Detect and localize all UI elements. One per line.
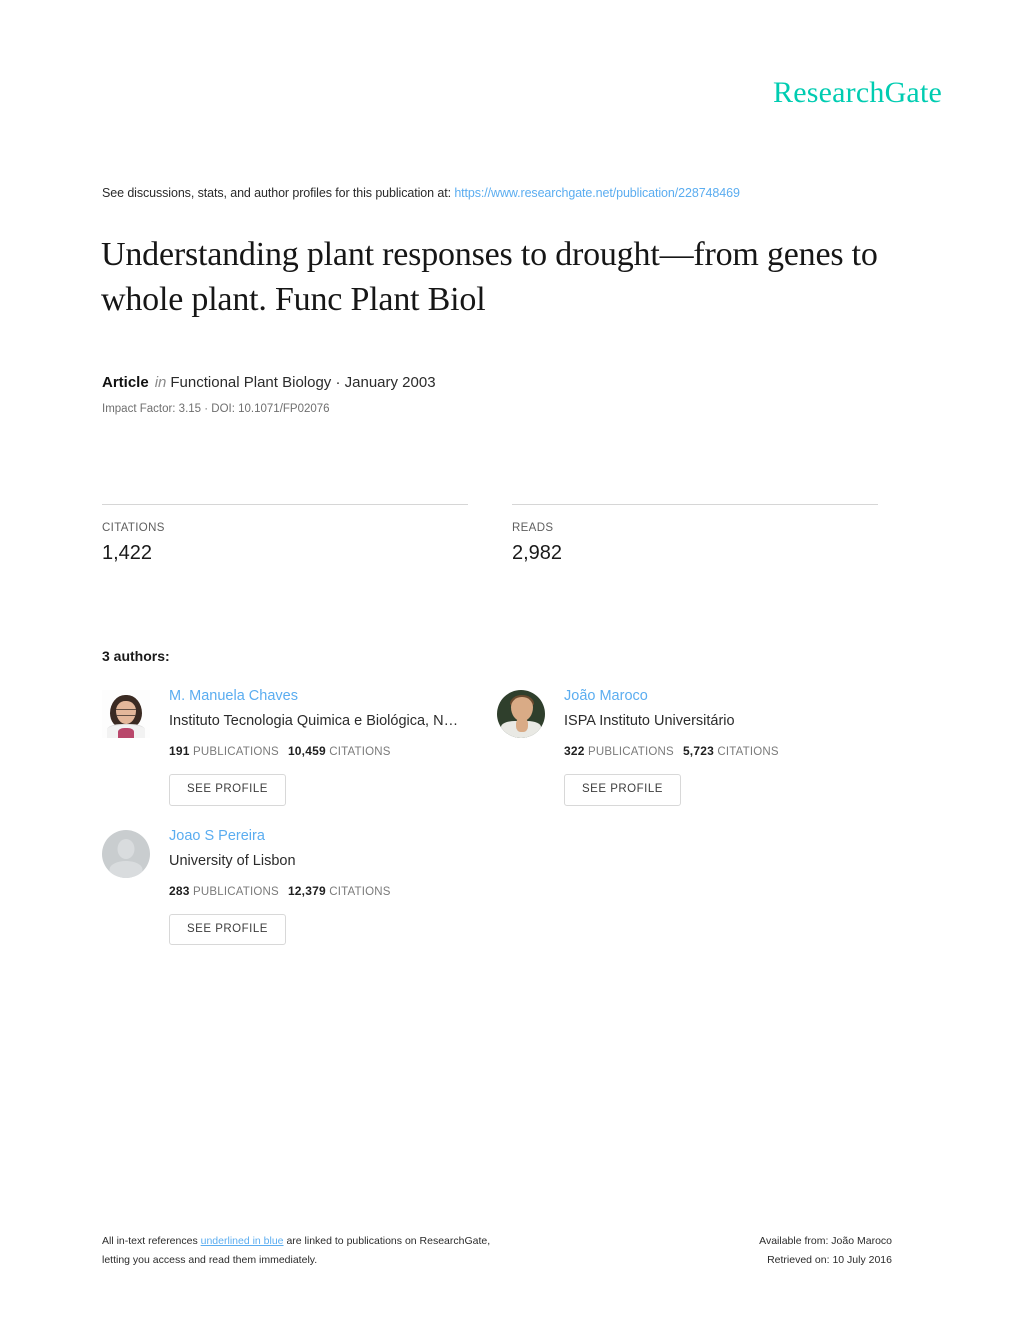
stat-value: 1,422 bbox=[102, 542, 153, 564]
footer-left: All in-text references underlined in blu… bbox=[102, 1232, 490, 1270]
author-card: Joao S Pereira University of Lisbon 283 … bbox=[102, 826, 497, 945]
author-info: M. Manuela Chaves Instituto Tecnologia Q… bbox=[169, 686, 458, 806]
underlined-in-blue-link[interactable]: underlined in blue bbox=[201, 1235, 284, 1247]
footer-text-part2: are linked to publications on ResearchGa… bbox=[283, 1235, 491, 1247]
impact-factor-doi: Impact Factor: 3.15 · DOI: 10.1071/FP020… bbox=[102, 403, 330, 415]
footer-text-part1: All in-text references bbox=[102, 1235, 201, 1247]
author-stats: 283 PUBLICATIONS 12,379 CITATIONS bbox=[169, 884, 391, 898]
author-info: Joao S Pereira University of Lisbon 283 … bbox=[169, 826, 391, 945]
publication-url-link[interactable]: https://www.researchgate.net/publication… bbox=[454, 186, 740, 200]
stat-reads: READS 2,982 bbox=[512, 504, 878, 565]
publications-count: 191 bbox=[169, 744, 190, 758]
citations-label: CITATIONS bbox=[717, 746, 779, 758]
stats-row: CITATIONS 1,422 READS 2,982 bbox=[102, 504, 878, 565]
author-stats: 191 PUBLICATIONS 10,459 CITATIONS bbox=[169, 744, 458, 758]
divider bbox=[102, 504, 468, 505]
author-affiliation: ISPA Instituto Universitário bbox=[564, 713, 735, 729]
author-name-link[interactable]: M. Manuela Chaves bbox=[169, 687, 458, 706]
author-info: João Maroco ISPA Instituto Universitário… bbox=[564, 686, 779, 806]
avatar-glasses bbox=[116, 709, 136, 716]
publications-count: 283 bbox=[169, 883, 190, 898]
publications-count: 322 bbox=[564, 744, 585, 758]
author-row: M. Manuela Chaves Instituto Tecnologia Q… bbox=[102, 686, 892, 806]
see-profile-button[interactable]: SEE PROFILE bbox=[564, 774, 681, 806]
avatar-body-shape bbox=[109, 860, 143, 878]
author-card-empty bbox=[497, 826, 892, 946]
available-from: Available from: João Maroco bbox=[759, 1235, 892, 1247]
see-profile-button[interactable]: SEE PROFILE bbox=[169, 774, 286, 806]
stat-citations: CITATIONS 1,422 bbox=[102, 504, 468, 565]
authors-grid: M. Manuela Chaves Instituto Tecnologia Q… bbox=[102, 686, 892, 945]
citations-count: 10,459 bbox=[287, 744, 326, 758]
citations-count: 12,379 bbox=[287, 883, 326, 898]
avatar-head-shape bbox=[117, 838, 135, 859]
author-row: Joao S Pereira University of Lisbon 283 … bbox=[102, 826, 892, 946]
article-connector: in bbox=[154, 374, 167, 391]
publication-cover-page: ResearchGate See discussions, stats, and… bbox=[0, 0, 1020, 1334]
citations-label: CITATIONS bbox=[329, 885, 391, 898]
avatar[interactable] bbox=[497, 690, 545, 738]
page-title: Understanding plant responses to drought… bbox=[101, 236, 878, 318]
placeholder-avatar-icon[interactable] bbox=[102, 829, 150, 878]
article-meta: Article in Functional Plant Biology · Janu… bbox=[102, 374, 436, 391]
see-profile-button[interactable]: SEE PROFILE bbox=[169, 913, 286, 945]
avatar[interactable] bbox=[102, 690, 150, 738]
article-kind: Article bbox=[102, 374, 149, 391]
citations-label: CITATIONS bbox=[329, 746, 391, 758]
stat-label: READS bbox=[512, 522, 554, 534]
author-name-link[interactable]: Joao S Pereira bbox=[169, 827, 391, 846]
author-affiliation: University of Lisbon bbox=[169, 852, 296, 869]
publications-label: PUBLICATIONS bbox=[588, 746, 674, 758]
divider bbox=[512, 504, 878, 505]
avatar-shirt bbox=[118, 728, 134, 738]
authors-heading: 3 authors: bbox=[102, 648, 170, 664]
author-card: M. Manuela Chaves Instituto Tecnologia Q… bbox=[102, 686, 497, 806]
stat-value: 2,982 bbox=[512, 542, 563, 564]
author-name-link[interactable]: João Maroco bbox=[564, 687, 779, 706]
author-card: João Maroco ISPA Instituto Universitário… bbox=[497, 686, 892, 806]
discussions-line: See discussions, stats, and author profi… bbox=[102, 186, 740, 200]
publications-label: PUBLICATIONS bbox=[193, 885, 279, 898]
discussions-prefix: See discussions, stats, and author profi… bbox=[102, 186, 451, 200]
footer-line-1: All in-text references underlined in blu… bbox=[102, 1232, 490, 1251]
footer-right: Available from: João Maroco Retrieved on… bbox=[759, 1232, 892, 1270]
avatar-hand bbox=[516, 718, 528, 732]
author-affiliation: Instituto Tecnologia Quimica e Biológica… bbox=[169, 713, 459, 729]
footer: All in-text references underlined in blu… bbox=[102, 1232, 892, 1270]
article-journal: Functional Plant Biology · January 2003 bbox=[170, 374, 436, 391]
stat-label: CITATIONS bbox=[102, 522, 165, 534]
footer-line-2: letting you access and read them immedia… bbox=[102, 1254, 318, 1266]
researchgate-logo: ResearchGate bbox=[773, 76, 942, 109]
retrieved-on: Retrieved on: 10 July 2016 bbox=[767, 1254, 892, 1266]
citations-count: 5,723 bbox=[682, 744, 714, 758]
author-stats: 322 PUBLICATIONS 5,723 CITATIONS bbox=[564, 744, 779, 758]
publications-label: PUBLICATIONS bbox=[193, 746, 279, 758]
